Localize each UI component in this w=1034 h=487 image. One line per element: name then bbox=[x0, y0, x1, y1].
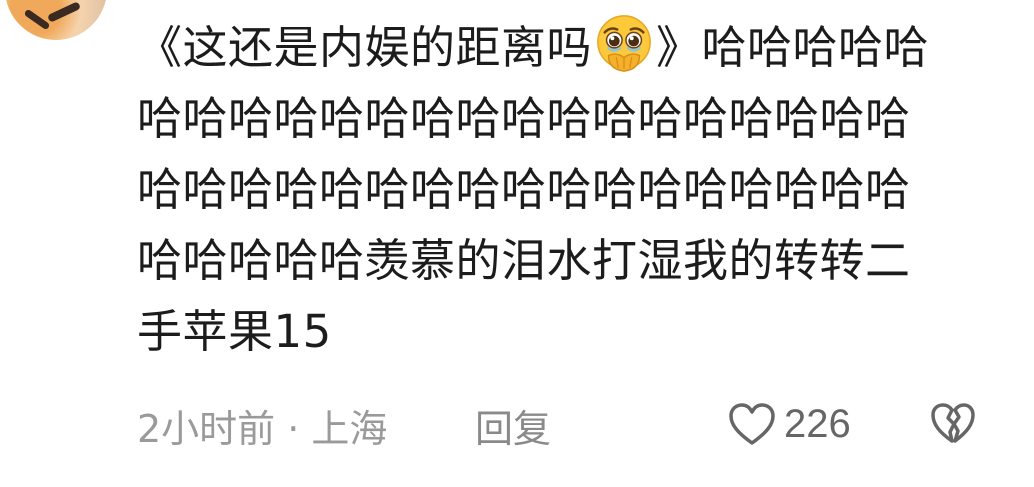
holding-back-tears-emoji bbox=[597, 15, 651, 72]
heart-outline-icon bbox=[729, 403, 775, 445]
avatar-mark bbox=[46, 1, 82, 23]
avatar-mark bbox=[23, 8, 51, 31]
reply-button[interactable]: 回复 bbox=[475, 398, 551, 453]
time-location-label: 2小时前 · 上海 bbox=[137, 407, 388, 451]
like-count: 226 bbox=[784, 401, 851, 446]
comment-footer: 2小时前 · 上海 回复 bbox=[137, 398, 1034, 453]
broken-heart-icon bbox=[931, 403, 975, 443]
avatar[interactable] bbox=[5, 0, 107, 40]
comment-text-part: 《这还是内娱的距离吗 bbox=[137, 21, 593, 74]
comment-text: 《这还是内娱的距离吗 》哈哈哈哈哈哈哈哈哈哈哈哈哈哈哈哈哈哈哈哈哈哈哈哈哈哈哈哈… bbox=[137, 12, 952, 367]
dislike-button[interactable] bbox=[930, 402, 976, 448]
like-button[interactable]: 226 bbox=[728, 400, 851, 448]
